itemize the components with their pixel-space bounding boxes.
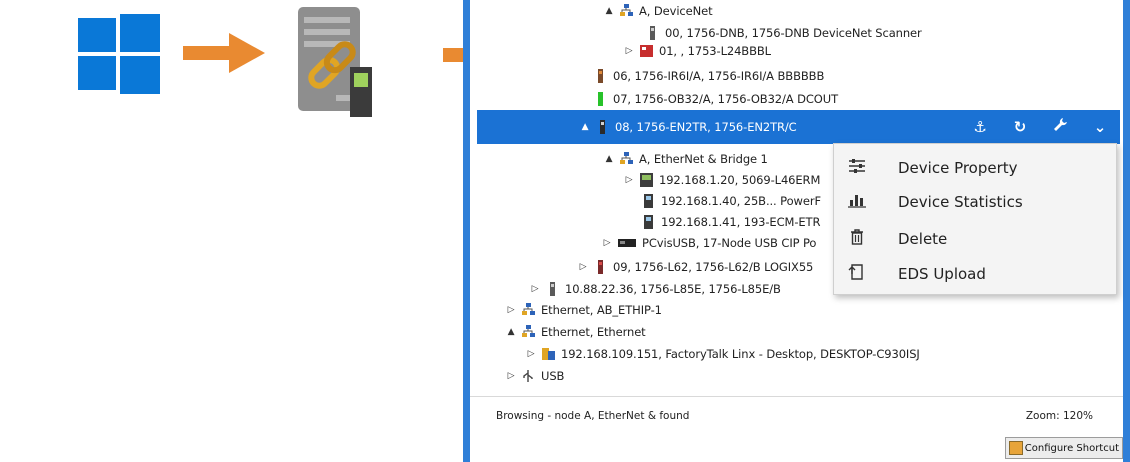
anchor-icon[interactable]: ⚓ [960, 118, 1000, 136]
tree-node-label: 10.88.22.36, 1756-L85E, 1756-L85E/B [565, 282, 781, 296]
tree-node-label: 192.168.1.20, 5069-L46ERM [659, 173, 821, 187]
menu-item-device-statistics[interactable]: Device Statistics [834, 184, 1116, 220]
usb-icon [522, 369, 535, 383]
expand-toggle-icon[interactable]: ▲ [604, 154, 614, 164]
tree-node-label: Ethernet, AB_ETHIP-1 [541, 303, 662, 317]
node-toolbar: ⚓ ↻ ⌄ [960, 110, 1120, 144]
tree-node-ob32[interactable]: 07, 1756-OB32/A, 1756-OB32/A DCOUT [594, 90, 838, 108]
drive-icon [642, 215, 655, 229]
tree-node-ethernet-abethip[interactable]: ▷ Ethernet, AB_ETHIP-1 [506, 301, 662, 319]
context-menu: Device Property Device Statistics Delete… [833, 143, 1117, 295]
tree-node-label: 09, 1756-L62, 1756-L62/B LOGIX55 [613, 260, 814, 274]
tree-node-powerflex[interactable]: 192.168.1.40, 25B... PowerF [642, 192, 821, 210]
menu-item-eds-upload[interactable]: EDS Upload [834, 256, 1116, 292]
expand-toggle-icon[interactable]: ▷ [506, 305, 516, 315]
expand-toggle-icon[interactable]: ▷ [530, 284, 540, 294]
module-icon [546, 282, 559, 296]
wrench-icon[interactable] [1040, 117, 1080, 137]
tree-node-en2tr-selected[interactable]: ▲ 08, 1756-EN2TR, 1756-EN2TR/C ⚓ ↻ ⌄ [477, 110, 1120, 144]
network-icon [522, 303, 535, 317]
tree-node-label: 192.168.109.151, FactoryTalk Linx - Desk… [561, 347, 920, 361]
module-green-icon [594, 92, 607, 106]
menu-item-label: Device Statistics [898, 193, 1023, 211]
module-icon [646, 26, 659, 40]
tree-node-label: USB [541, 369, 565, 383]
tree-node-label: 192.168.1.40, 25B... PowerF [661, 194, 821, 208]
expand-toggle-icon[interactable]: ▷ [578, 262, 588, 272]
tree-node-ethernet-bridge[interactable]: ▲ A, EtherNet & Bridge 1 [604, 150, 768, 168]
shortcut-icon [1008, 441, 1023, 455]
windows-logo-icon [78, 14, 160, 94]
network-icon [620, 152, 633, 166]
tree-node-dnb-scanner[interactable]: 00, 1756-DNB, 1756-DNB DeviceNet Scanner [646, 24, 922, 42]
drive-icon [642, 194, 655, 208]
arrow-right-icon [183, 33, 265, 73]
expand-toggle-icon[interactable]: ▷ [506, 371, 516, 381]
factorytalk-icon [542, 347, 555, 361]
tree-node-label: A, DeviceNet [639, 4, 713, 18]
server-link-icon [298, 7, 372, 117]
menu-item-label: EDS Upload [898, 265, 986, 283]
tree-node-label: 06, 1756-IR6I/A, 1756-IR6I/A BBBBBB [613, 69, 825, 83]
menu-item-label: Device Property [898, 159, 1018, 177]
sliders-icon [846, 158, 868, 179]
tree-node-ethernet-ethernet[interactable]: ▲ Ethernet, Ethernet [506, 323, 646, 341]
tree-node-label: PCvisUSB, 17-Node USB CIP Po [642, 236, 817, 250]
module-red-icon [640, 44, 653, 58]
zoom-level: Zoom: 120% [1025, 410, 1093, 422]
tree-node-usb[interactable]: ▷ USB [506, 367, 565, 385]
tree-node-1753[interactable]: ▷ 01, , 1753-L24BBBL [624, 42, 772, 60]
tree-node-label: 00, 1756-DNB, 1756-DNB DeviceNet Scanner [665, 26, 922, 40]
tree-node-ir6i[interactable]: 06, 1756-IR6I/A, 1756-IR6I/A BBBBBB [594, 67, 824, 85]
tree-node-label: 07, 1756-OB32/A, 1756-OB32/A DCOUT [613, 92, 838, 106]
tree-node-pcvisusb[interactable]: ▷ PCvisUSB, 17-Node USB CIP Po [602, 234, 817, 252]
refresh-icon[interactable]: ↻ [1000, 118, 1040, 136]
trash-icon [846, 228, 868, 250]
menu-item-delete[interactable]: Delete [834, 221, 1116, 257]
status-bar: Browsing - node A, EtherNet & found Zoom… [470, 396, 1123, 437]
expand-toggle-icon[interactable]: ▷ [624, 175, 634, 185]
tree-node-factorytalk[interactable]: ▷ 192.168.109.151, FactoryTalk Linx - De… [526, 345, 920, 363]
network-icon [620, 4, 633, 18]
configure-shortcut-button[interactable]: Configure Shortcut [1004, 437, 1123, 459]
expand-toggle-icon[interactable]: ▷ [602, 238, 612, 248]
expand-toggle-icon[interactable]: ▷ [526, 349, 536, 359]
menu-item-label: Delete [898, 230, 948, 248]
expand-toggle-icon[interactable]: ▲ [604, 6, 614, 16]
tree-node-label: A, EtherNet & Bridge 1 [639, 152, 768, 166]
tree-node-label: 01, , 1753-L24BBBL [659, 44, 771, 58]
tree-node-193-ecm[interactable]: 192.168.1.41, 193-ECM-ETR [642, 213, 820, 231]
tree-node-5069[interactable]: ▷ 192.168.1.20, 5069-L46ERM [624, 171, 820, 189]
dropdown-chevron-icon[interactable]: ⌄ [1080, 118, 1120, 136]
upload-icon [846, 263, 868, 285]
tree-node-devicenet[interactable]: ▲ A, DeviceNet [604, 2, 713, 20]
module-icon [594, 260, 607, 274]
module-icon [596, 120, 609, 134]
status-text: Browsing - node A, EtherNet & found [496, 410, 690, 422]
bar-chart-icon [846, 192, 868, 213]
tree-node-label: Ethernet, Ethernet [541, 325, 646, 339]
expand-toggle-icon[interactable]: ▷ [624, 46, 634, 56]
tree-node-label: 192.168.1.41, 193-ECM-ETR [661, 215, 821, 229]
tree-node-label: 08, 1756-EN2TR, 1756-EN2TR/C [615, 120, 797, 134]
usb-device-icon [618, 236, 636, 250]
network-icon [522, 325, 535, 339]
tree-node-l62[interactable]: ▷ 09, 1756-L62, 1756-L62/B LOGIX55 [578, 258, 813, 276]
expand-toggle-icon[interactable]: ▲ [506, 327, 516, 337]
menu-item-device-property[interactable]: Device Property [834, 150, 1116, 186]
controller-icon [640, 173, 653, 187]
module-icon [594, 69, 607, 83]
configure-shortcut-label: Configure Shortcut [1024, 442, 1119, 454]
tree-node-l85e[interactable]: ▷ 10.88.22.36, 1756-L85E, 1756-L85E/B [530, 280, 781, 298]
expand-toggle-icon[interactable]: ▲ [580, 122, 590, 132]
